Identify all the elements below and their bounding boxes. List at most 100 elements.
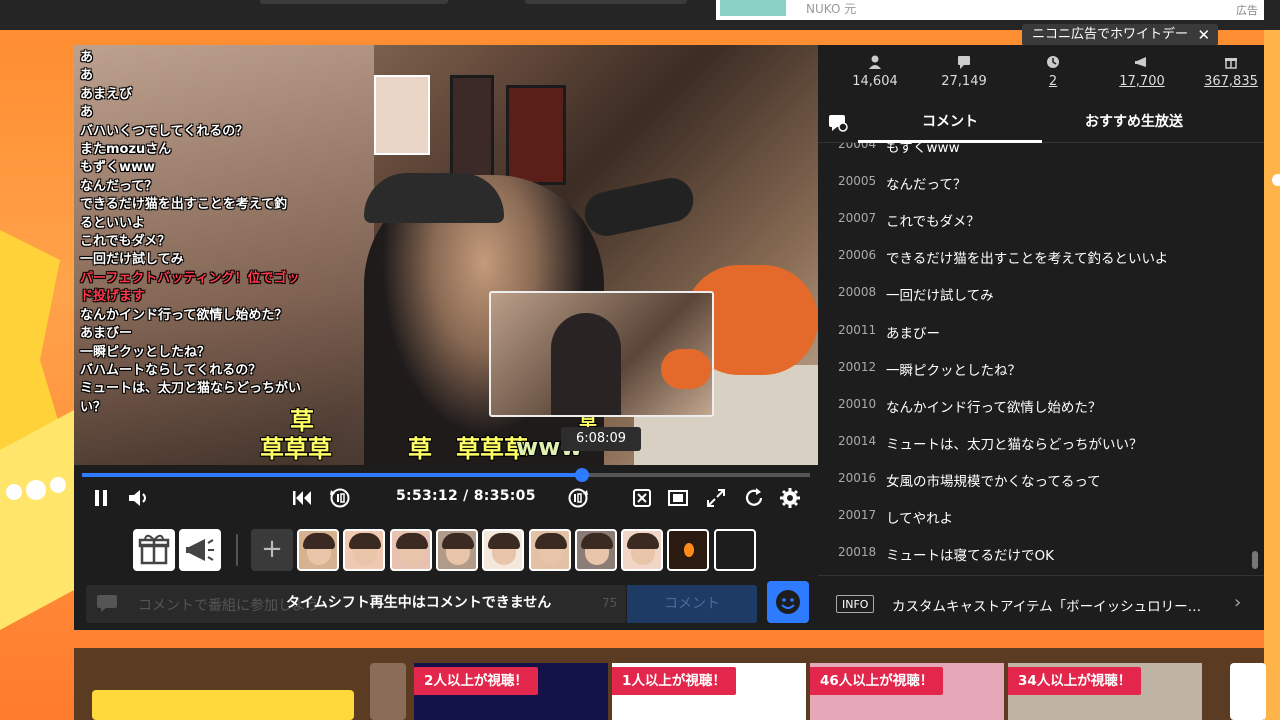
ad-thumbnail <box>720 0 786 16</box>
item-thumbnail[interactable] <box>297 529 339 571</box>
thumbnail-hair <box>534 533 567 549</box>
comment-text: なんだって？ <box>886 177 967 194</box>
comment-row[interactable]: 20010 なんかインド行って欲情し始めた？ <box>818 387 1248 424</box>
carousel-next[interactable] <box>1230 663 1266 720</box>
ad-promo-tag[interactable]: ニコニ広告でホワイトデー ✕ <box>1022 24 1219 46</box>
theater-icon[interactable] <box>666 486 690 510</box>
preview-plush <box>661 349 711 389</box>
comment-row[interactable]: 20005 なんだって？ <box>818 164 1248 201</box>
item-thumbnail[interactable] <box>713 529 756 571</box>
ad-banner[interactable]: NUKO 元 広告 <box>716 0 1264 20</box>
thumbnail-hair <box>441 533 474 549</box>
comment-row[interactable]: 20008 一回だけ試してみ <box>818 275 1248 312</box>
stat-item[interactable]: 2 <box>1008 55 1098 89</box>
comment-row[interactable]: 20007 これでもダメ？ <box>818 201 1248 238</box>
item-separator <box>236 534 238 566</box>
comment-settings-icon[interactable] <box>828 113 848 133</box>
add-item-button[interactable]: + <box>251 529 293 571</box>
fullscreen-icon[interactable] <box>704 486 728 510</box>
stat-item[interactable]: 17,700 <box>1097 55 1187 89</box>
stat-item: 14,604 <box>830 55 920 89</box>
scrollbar-thumb[interactable] <box>1252 551 1258 569</box>
tab-comment[interactable]: コメント <box>858 103 1042 143</box>
gift-icon[interactable] <box>133 529 175 571</box>
comment-row[interactable]: 20016 女風の市場規模でかくなってるって <box>818 461 1248 498</box>
comment-row[interactable]: 20006 できるだけ猫を出すことを考えて釣るといいよ <box>818 238 1248 275</box>
pause-icon[interactable] <box>90 486 112 510</box>
comment-row[interactable]: 20011 あまびー <box>818 313 1248 350</box>
stat-item[interactable]: 367,835 <box>1186 55 1276 89</box>
top-menu-box[interactable] <box>525 0 687 4</box>
recommend-card[interactable]: 1人以上が視聴！ <box>612 663 806 720</box>
item-thumbnail[interactable] <box>482 529 525 571</box>
comment-text: あまびー <box>886 325 940 342</box>
thumbnail-hair <box>349 533 382 549</box>
cancel-icon[interactable] <box>630 486 654 510</box>
seek-bar[interactable] <box>82 468 810 482</box>
comment-number: 20016 <box>838 470 877 485</box>
background-decoration-right <box>1264 30 1280 720</box>
comment-scrollbar[interactable] <box>1250 143 1260 573</box>
reload-icon[interactable] <box>742 486 766 510</box>
recommend-card[interactable]: 2人以上が視聴！ <box>414 663 608 720</box>
carousel-prev[interactable] <box>370 663 406 720</box>
recommend-card-label: 46人以上が視聴！ <box>810 667 944 695</box>
item-thumbnail[interactable] <box>528 529 571 571</box>
overlay-comment: あまびー <box>80 326 133 342</box>
chevron-right-icon[interactable]: › <box>1234 592 1241 613</box>
volume-icon[interactable] <box>126 486 152 510</box>
flowing-comment: 草 <box>408 435 432 463</box>
rewind-10-icon[interactable] <box>328 486 352 510</box>
comment-row[interactable]: 20014 ミュートは、太刀と猫ならどっちがいい？ <box>818 424 1248 461</box>
ad-megaphone-icon[interactable] <box>179 529 221 571</box>
overlay-comment: あ <box>80 68 94 84</box>
item-thumbnail[interactable] <box>435 529 478 571</box>
comment-overlay: あああまえびあバハいくつでしてくれるの？ またmozuさん もずくwww なんだって？… <box>80 49 320 417</box>
item-thumbnail[interactable] <box>621 529 664 571</box>
recommend-card[interactable]: 34人以上が視聴！ <box>1008 663 1202 720</box>
item-thumbnail[interactable] <box>574 529 617 571</box>
item-thumbnail[interactable] <box>389 529 432 571</box>
thumbnail-hair <box>303 533 335 549</box>
video-microphone <box>580 174 698 240</box>
overlay-comment: あ <box>80 50 94 65</box>
comment-row[interactable]: 20004 もずくwww <box>818 143 1248 164</box>
forward-10-icon[interactable] <box>566 486 590 510</box>
comment-icon <box>97 595 117 612</box>
side-panel: 14,604 27,149 2 17,700 367,835 コメント おすすめ生放送 … <box>818 45 1264 630</box>
tab-recommended[interactable]: おすすめ生放送 <box>1042 103 1226 143</box>
info-banner[interactable]: INFO カスタムキャストアイテム「ボーイッシュロリー… › <box>818 575 1264 630</box>
thumbnail-hair <box>627 533 660 549</box>
comment-send-button[interactable]: コメント <box>627 585 757 623</box>
emoji-icon[interactable] <box>767 581 809 623</box>
gift-icon <box>1225 58 1237 69</box>
overlay-comment: またmozuさん <box>80 142 172 158</box>
comment-text: 一瞬ピクッとしたね？ <box>886 362 1021 379</box>
item-thumbnail[interactable] <box>343 529 386 571</box>
recommend-card[interactable]: 46人以上が視聴！ <box>810 663 1004 720</box>
comment-number: 20010 <box>838 396 877 411</box>
recommend-card-label: 1人以上が視聴！ <box>612 667 736 695</box>
seek-preview-time: 6:08:09 <box>561 427 641 451</box>
overlay-comment: 一瞬ピクッとしたね？ <box>80 344 211 360</box>
clock-icon <box>1047 56 1059 68</box>
comment-list[interactable]: 20004 もずくwww 20005 なんだって？ 20007 これでもダメ？ 20006 で… <box>818 143 1264 573</box>
close-icon[interactable]: ✕ <box>1197 24 1210 46</box>
top-search-box[interactable] <box>260 0 448 4</box>
overlay-comment: これでもダメ？ <box>80 234 171 250</box>
comment-row[interactable]: 20012 一瞬ピクッとしたね？ <box>818 350 1248 387</box>
comment-number: 20006 <box>838 248 877 263</box>
comment-text: ミュートは、太刀と猫ならどっちがいい？ <box>886 436 1143 453</box>
comment-row[interactable]: 20018 ミュートは寝てるだけでOK <box>818 535 1248 572</box>
seek-handle[interactable] <box>575 468 590 482</box>
item-thumbnail[interactable] <box>667 529 710 571</box>
comment-input-row: コメントで番組に参加しよう 75 タイムシフト再生中はコメントできません コメン… <box>74 580 818 630</box>
comment-row[interactable]: 20017 してやれよ <box>818 498 1248 535</box>
comment-number: 20007 <box>838 211 877 226</box>
overlay-comment: バハムートならしてくれるの？ <box>80 362 262 378</box>
stat-value: 27,149 <box>941 74 987 89</box>
gear-icon[interactable] <box>778 486 802 510</box>
event-banner[interactable] <box>92 690 354 720</box>
background-decoration-left <box>0 230 74 630</box>
skip-back-icon[interactable] <box>290 486 314 510</box>
